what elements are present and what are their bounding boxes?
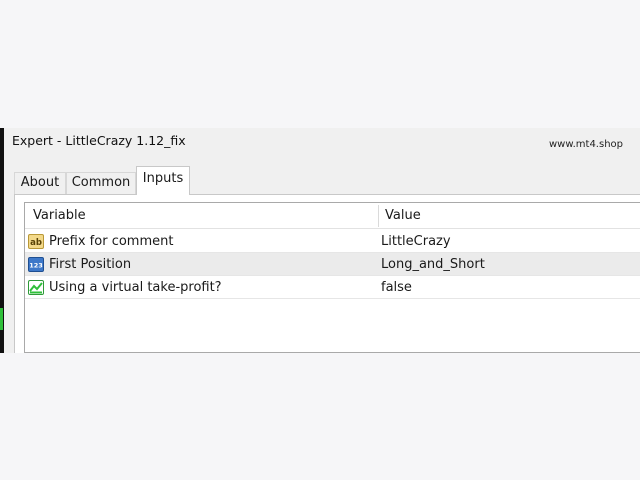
tab-inputs[interactable]: Inputs (136, 166, 190, 195)
expert-properties-dialog: Expert - LittleCrazy 1.12_fix www.mt4.sh… (4, 128, 640, 353)
chart-toggle-icon (28, 280, 44, 295)
table-row[interactable]: 123 First Position Long_and_Short (25, 253, 640, 276)
variable-value[interactable]: Long_and_Short (381, 253, 485, 276)
inputs-table: Variable Value ab Prefix for comment Lit… (24, 202, 640, 353)
column-header-variable[interactable]: Variable (33, 203, 86, 229)
variable-name: Using a virtual take-profit? (49, 280, 222, 295)
watermark-text: www.mt4.shop (548, 139, 623, 150)
variable-name: Prefix for comment (49, 234, 174, 249)
table-header: Variable Value (25, 203, 640, 229)
ab-glyph: ab (30, 238, 42, 248)
tab-common[interactable]: Common (66, 172, 136, 194)
screen: Expert - LittleCrazy 1.12_fix www.mt4.sh… (0, 0, 640, 480)
chart-line-fragment (0, 308, 3, 330)
table-row[interactable]: Using a virtual take-profit? false (25, 276, 640, 299)
table-row[interactable]: ab Prefix for comment LittleCrazy (25, 230, 640, 253)
variable-value[interactable]: LittleCrazy (381, 230, 451, 253)
num-glyph: 123 (29, 262, 43, 270)
column-divider[interactable] (378, 205, 379, 227)
tab-about[interactable]: About (14, 172, 66, 194)
numeric-123-icon: 123 (28, 257, 44, 272)
text-ab-icon: ab (28, 234, 44, 249)
variable-name: First Position (49, 257, 132, 272)
variable-value[interactable]: false (381, 276, 412, 299)
column-header-value[interactable]: Value (381, 203, 421, 229)
dialog-title: Expert - LittleCrazy 1.12_fix (12, 133, 186, 148)
